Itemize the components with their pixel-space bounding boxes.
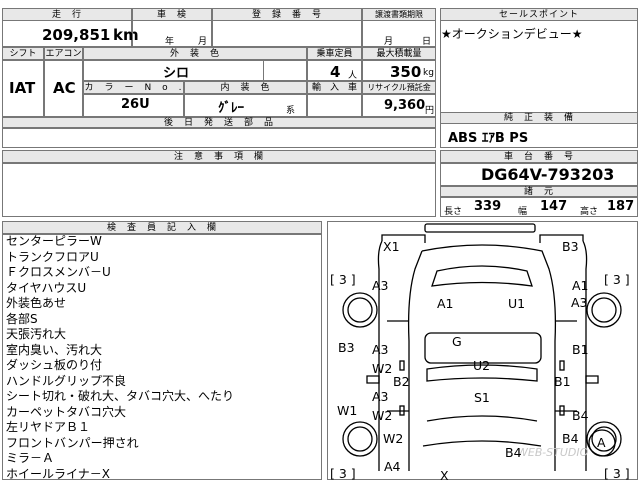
- mark-x1: X1: [383, 239, 400, 254]
- length-value: 339: [474, 199, 502, 214]
- capacity-header: 乗車定員: [307, 47, 362, 60]
- mark-x-front: X: [440, 468, 449, 483]
- import-cell: [307, 94, 362, 117]
- height-label: 高さ: [580, 207, 599, 217]
- caution-cell: [2, 163, 436, 217]
- inspector-line: 外装色あせ: [6, 296, 67, 310]
- inspector-line: ミラ－Ａ: [6, 451, 55, 465]
- mark-u1: U1: [508, 296, 526, 311]
- exterior-divider: [263, 60, 264, 81]
- caution-header: 注 意 事 項 欄: [2, 150, 436, 163]
- inspector-line: フロントバンパー押され: [6, 435, 139, 450]
- maxload-unit: kg: [423, 68, 434, 78]
- mark-a3-rl: A3: [372, 278, 389, 293]
- mark-a3-left-low: A3: [372, 389, 389, 404]
- genuine-value: ABS ｴｱB PS: [448, 131, 529, 146]
- transfer-day: 日: [422, 37, 432, 47]
- mark-b3-rear: B3: [562, 239, 579, 254]
- inspector-line: ダッシュ板のり付: [6, 358, 103, 372]
- aircon-value: AC: [53, 79, 76, 97]
- mark-b4-right-1: B4: [572, 408, 589, 423]
- capacity-unit: 人: [348, 71, 358, 81]
- inspector-line: タイヤハウスU: [6, 280, 87, 295]
- inspector-line: 左リヤドアＢ１: [6, 420, 91, 434]
- mark-b4-front: B4: [505, 445, 522, 460]
- exterior-header: 外 装 色: [83, 47, 307, 60]
- inspector-line: センターピラーW: [6, 234, 102, 248]
- shift-header: シフト: [2, 47, 44, 60]
- inspector-line: トランクフロアU: [6, 249, 99, 264]
- aftermarket-header: 後 日 発 送 部 品: [2, 117, 436, 128]
- mark-b3-left: B3: [338, 340, 355, 355]
- maxload-value: 350: [390, 63, 422, 81]
- mark-a3-right: A3: [571, 295, 588, 310]
- tire-mark-rr: [ 3 ]: [604, 272, 630, 287]
- recycle-value: 9,360: [384, 98, 426, 113]
- mark-b1-mid: B1: [554, 374, 571, 389]
- genuine-header: 純 正 装 備: [440, 112, 638, 124]
- inspector-line: カーペットタバコ穴大: [6, 404, 127, 419]
- shift-value: IAT: [9, 79, 36, 97]
- mark-g: G: [452, 334, 462, 349]
- dims-header: 諸 元: [440, 186, 638, 197]
- mark-a4: A4: [384, 459, 401, 474]
- inspector-line: Ｆクロスメンバ－U: [6, 265, 111, 279]
- inspector-line: 各部S: [6, 311, 38, 326]
- registration-cell: [212, 20, 362, 47]
- mark-a1-left: A1: [437, 296, 454, 311]
- tire-mark-rl: [ 3 ]: [330, 272, 356, 287]
- maxload-header: 最大積載量: [362, 47, 436, 60]
- exterior-value: シロ: [163, 66, 190, 81]
- mark-a1-right: A1: [572, 278, 589, 293]
- mark-w2-left-2: W2: [372, 408, 393, 423]
- body-left: [407, 250, 423, 471]
- mark-b1-right: B1: [572, 342, 589, 357]
- tire-mark-fr: [ 3 ]: [604, 466, 630, 481]
- color-no-value: 26U: [121, 97, 150, 112]
- width-value: 147: [540, 199, 568, 214]
- watermark: WEB-STUDIO: [517, 446, 589, 459]
- mark-a3-left-mid: A3: [372, 342, 389, 357]
- interior-suffix: 系: [286, 106, 296, 116]
- mark-w2-left-1: W2: [372, 361, 393, 376]
- length-label: 長さ: [444, 207, 463, 217]
- rear-window: [431, 265, 533, 287]
- import-header: 輸 入 車: [307, 81, 362, 94]
- height-value: 187: [607, 199, 635, 214]
- aircon-header: エアコン: [44, 47, 83, 60]
- interior-value: ｸﾞﾚｰ: [218, 101, 244, 116]
- mark-w2-front: W2: [383, 431, 404, 446]
- recycle-header: リサイクル預託金: [362, 81, 436, 94]
- tire-mark-fl: [ 3 ]: [330, 466, 356, 481]
- mark-u2: U2: [473, 358, 491, 373]
- chassis-header: 車 台 番 号: [440, 150, 638, 163]
- width-label: 幅: [518, 207, 528, 217]
- mileage-value: 209,851: [42, 26, 111, 44]
- interior-header: 内 装 色: [184, 81, 307, 94]
- inspector-line: 天張汚れ大: [6, 327, 67, 341]
- mark-b4-right-2: B4: [562, 431, 579, 446]
- mark-b2: B2: [393, 374, 410, 389]
- sales-point-text: ★オークションデビュー★: [441, 27, 583, 41]
- inspection-year: 年: [165, 37, 175, 47]
- recycle-unit: 円: [425, 106, 435, 116]
- mark-a-front: A: [597, 435, 606, 450]
- chassis-value: DG64V-793203: [481, 165, 615, 184]
- mark-s1: S1: [474, 390, 490, 405]
- inspector-line: ハンドルグリップ不良: [6, 373, 127, 388]
- inspector-line: 室内臭い、汚れ大: [6, 342, 103, 357]
- inspector-line: シート切れ・破れ大、タバコ穴大、へたり: [6, 389, 235, 403]
- inspector-header: 検 査 員 記 入 欄: [2, 221, 322, 234]
- color-no-header: カ ラ ー N o .: [83, 81, 184, 94]
- inspection-month: 月: [198, 37, 208, 47]
- mark-w1: W1: [337, 403, 358, 418]
- exterior-cell: [83, 60, 307, 81]
- capacity-value: 4: [330, 63, 341, 81]
- roof-bumper-shape: [424, 223, 536, 233]
- aftermarket-cell: [2, 128, 436, 148]
- transfer-month: 月: [384, 37, 394, 47]
